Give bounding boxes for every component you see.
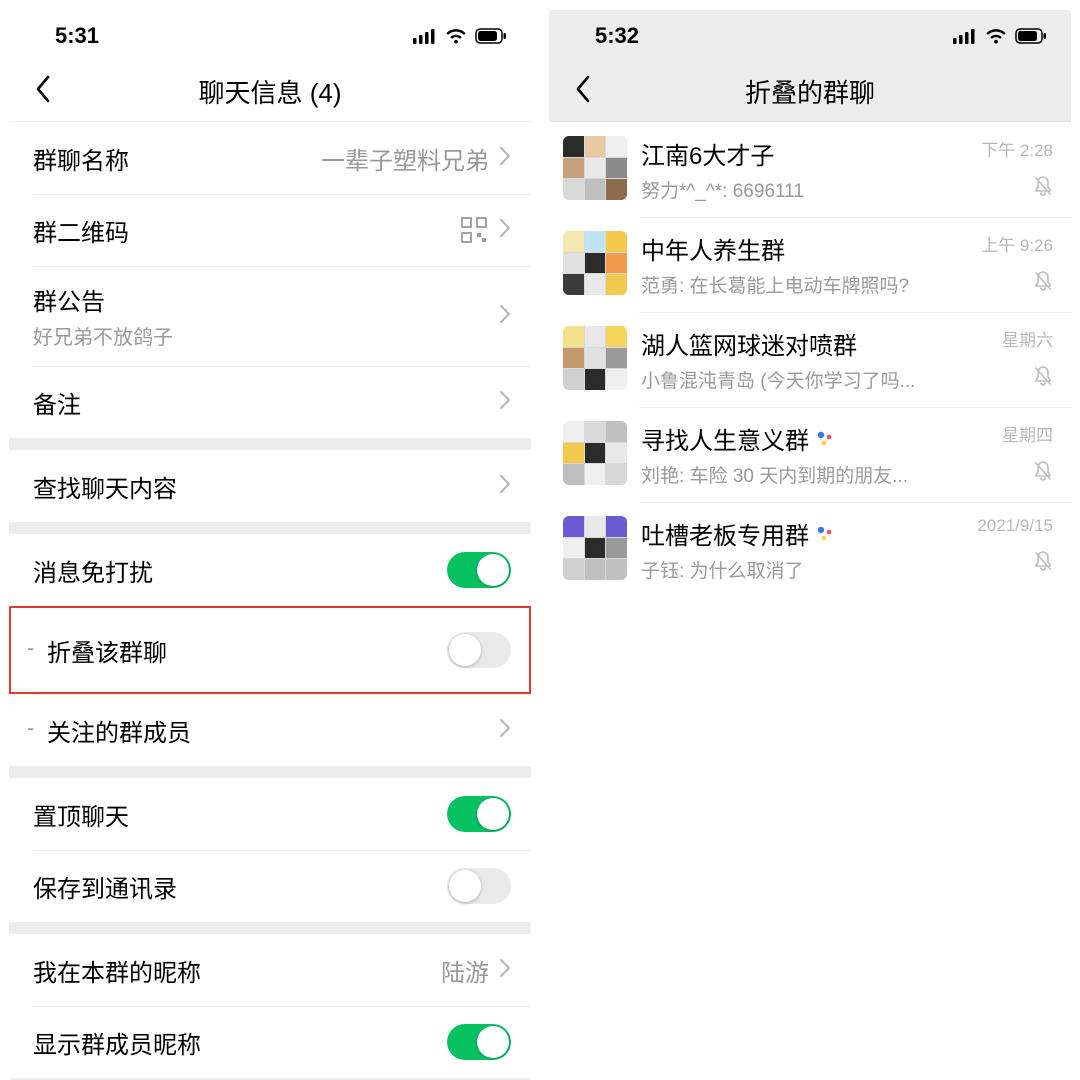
row-save-contacts[interactable]: 保存到通讯录: [9, 850, 531, 922]
chat-preview: 子钰: 为什么取消了: [641, 556, 969, 583]
back-button[interactable]: [563, 62, 603, 121]
chat-name: 湖人篮网球迷对喷群: [641, 326, 994, 361]
battery-icon: [475, 28, 507, 44]
row-watched-members[interactable]: 关注的群成员: [9, 694, 531, 766]
chat-item[interactable]: 吐槽老板专用群子钰: 为什么取消了 2021/9/15: [549, 502, 1071, 597]
toggle-save[interactable]: [447, 868, 511, 904]
row-label: 消息免打扰: [33, 553, 153, 588]
chat-time: 星期六: [1002, 326, 1053, 351]
mute-icon: [1033, 270, 1053, 292]
avatar: [563, 136, 627, 200]
row-label: 群聊名称: [33, 141, 129, 176]
avatar: [563, 326, 627, 390]
chevron-right-icon: [499, 958, 511, 983]
row-pin-chat[interactable]: 置顶聊天: [9, 778, 531, 850]
row-group-name[interactable]: 群聊名称 一辈子塑料兄弟: [9, 122, 531, 194]
row-label: 群公告: [33, 282, 173, 317]
row-label: 置顶聊天: [33, 797, 129, 832]
avatar: [563, 421, 627, 485]
status-bar: 5:31: [9, 10, 531, 62]
row-search-history[interactable]: 查找聊天内容: [9, 450, 531, 522]
chat-name: 江南6大才子: [641, 136, 973, 171]
settings-scroll[interactable]: 群聊名称 一辈子塑料兄弟 群二维码: [9, 122, 531, 1080]
row-dnd[interactable]: 消息免打扰: [9, 534, 531, 606]
chevron-right-icon: [499, 304, 511, 329]
chat-preview: 刘艳: 车险 30 天内到期的朋友...: [641, 461, 971, 488]
status-time: 5:32: [595, 23, 639, 49]
wifi-icon: [445, 28, 467, 44]
chat-time: 上午 9:26: [981, 231, 1053, 256]
row-label: 查找聊天内容: [33, 469, 177, 504]
chat-preview: 范勇: 在长葛能上电动车牌照吗?: [641, 271, 971, 298]
chat-preview: 小鲁混沌青岛 (今天你学习了吗...: [641, 366, 971, 393]
row-label: 关注的群成员: [33, 713, 191, 748]
mute-icon: [1033, 550, 1053, 572]
row-label: 折叠该群聊: [33, 633, 167, 668]
phone-left: 5:31 聊天信息 (4): [9, 10, 531, 1080]
cellular-icon: [953, 28, 977, 44]
mute-icon: [1033, 365, 1053, 387]
chevron-right-icon: [499, 474, 511, 499]
mute-icon: [1033, 460, 1053, 482]
chat-time: 下午 2:28: [981, 136, 1053, 161]
toggle-dnd[interactable]: [447, 552, 511, 588]
page-title: 折叠的群聊: [745, 73, 875, 110]
row-subtitle: 好兄弟不放鸽子: [33, 321, 173, 350]
spark-icon: [815, 524, 835, 544]
navbar: 折叠的群聊: [549, 62, 1071, 122]
row-label: 备注: [33, 385, 81, 420]
phone-right: 5:32 折叠的群聊 江南6大才子努力*^_^*: 669: [549, 10, 1071, 1080]
chevron-right-icon: [499, 146, 511, 171]
chat-time: 2021/9/15: [977, 516, 1053, 536]
chat-list[interactable]: 江南6大才子努力*^_^*: 6696111 下午 2:28 中年人养生群范勇: 在…: [549, 122, 1071, 1080]
chevron-right-icon: [499, 218, 511, 243]
chat-item[interactable]: 中年人养生群范勇: 在长葛能上电动车牌照吗? 上午 9:26: [549, 217, 1071, 312]
row-label: 显示群成员昵称: [33, 1025, 201, 1060]
avatar: [563, 516, 627, 580]
page-title: 聊天信息 (4): [198, 73, 341, 110]
row-label: 我在本群的昵称: [33, 953, 201, 988]
mute-icon: [1033, 175, 1053, 197]
row-my-nickname[interactable]: 我在本群的昵称 陆游: [9, 934, 531, 1006]
chat-time: 星期四: [1002, 421, 1053, 446]
row-qr-code[interactable]: 群二维码: [9, 194, 531, 266]
toggle-fold[interactable]: [447, 632, 511, 668]
chat-item[interactable]: 寻找人生意义群刘艳: 车险 30 天内到期的朋友... 星期四: [549, 407, 1071, 502]
row-announcement[interactable]: 群公告 好兄弟不放鸽子: [9, 266, 531, 366]
row-value: 一辈子塑料兄弟: [321, 141, 489, 176]
back-button[interactable]: [23, 62, 63, 121]
chevron-right-icon: [499, 718, 511, 743]
chat-item[interactable]: 江南6大才子努力*^_^*: 6696111 下午 2:28: [549, 122, 1071, 217]
row-label: 群二维码: [33, 213, 129, 248]
row-label: 保存到通讯录: [33, 869, 177, 904]
qr-icon: [461, 217, 487, 243]
chat-name: 吐槽老板专用群: [641, 516, 969, 551]
avatar: [563, 231, 627, 295]
row-fold-group[interactable]: 折叠该群聊: [9, 606, 531, 694]
chat-preview: 努力*^_^*: 6696111: [641, 176, 971, 203]
row-show-nickname[interactable]: 显示群成员昵称: [9, 1006, 531, 1078]
toggle-shownick[interactable]: [447, 1024, 511, 1060]
chevron-left-icon: [35, 75, 51, 108]
chevron-left-icon: [575, 75, 591, 108]
navbar: 聊天信息 (4): [9, 62, 531, 122]
spark-icon: [815, 429, 835, 449]
chevron-right-icon: [499, 390, 511, 415]
status-time: 5:31: [55, 23, 99, 49]
chat-item[interactable]: 湖人篮网球迷对喷群小鲁混沌青岛 (今天你学习了吗... 星期六: [549, 312, 1071, 407]
row-remark[interactable]: 备注: [9, 366, 531, 438]
battery-icon: [1015, 28, 1047, 44]
row-value: 陆游: [441, 953, 489, 988]
cellular-icon: [413, 28, 437, 44]
toggle-pin[interactable]: [447, 796, 511, 832]
status-bar: 5:32: [549, 10, 1071, 62]
chat-name: 中年人养生群: [641, 231, 973, 266]
chat-name: 寻找人生意义群: [641, 421, 994, 456]
wifi-icon: [985, 28, 1007, 44]
